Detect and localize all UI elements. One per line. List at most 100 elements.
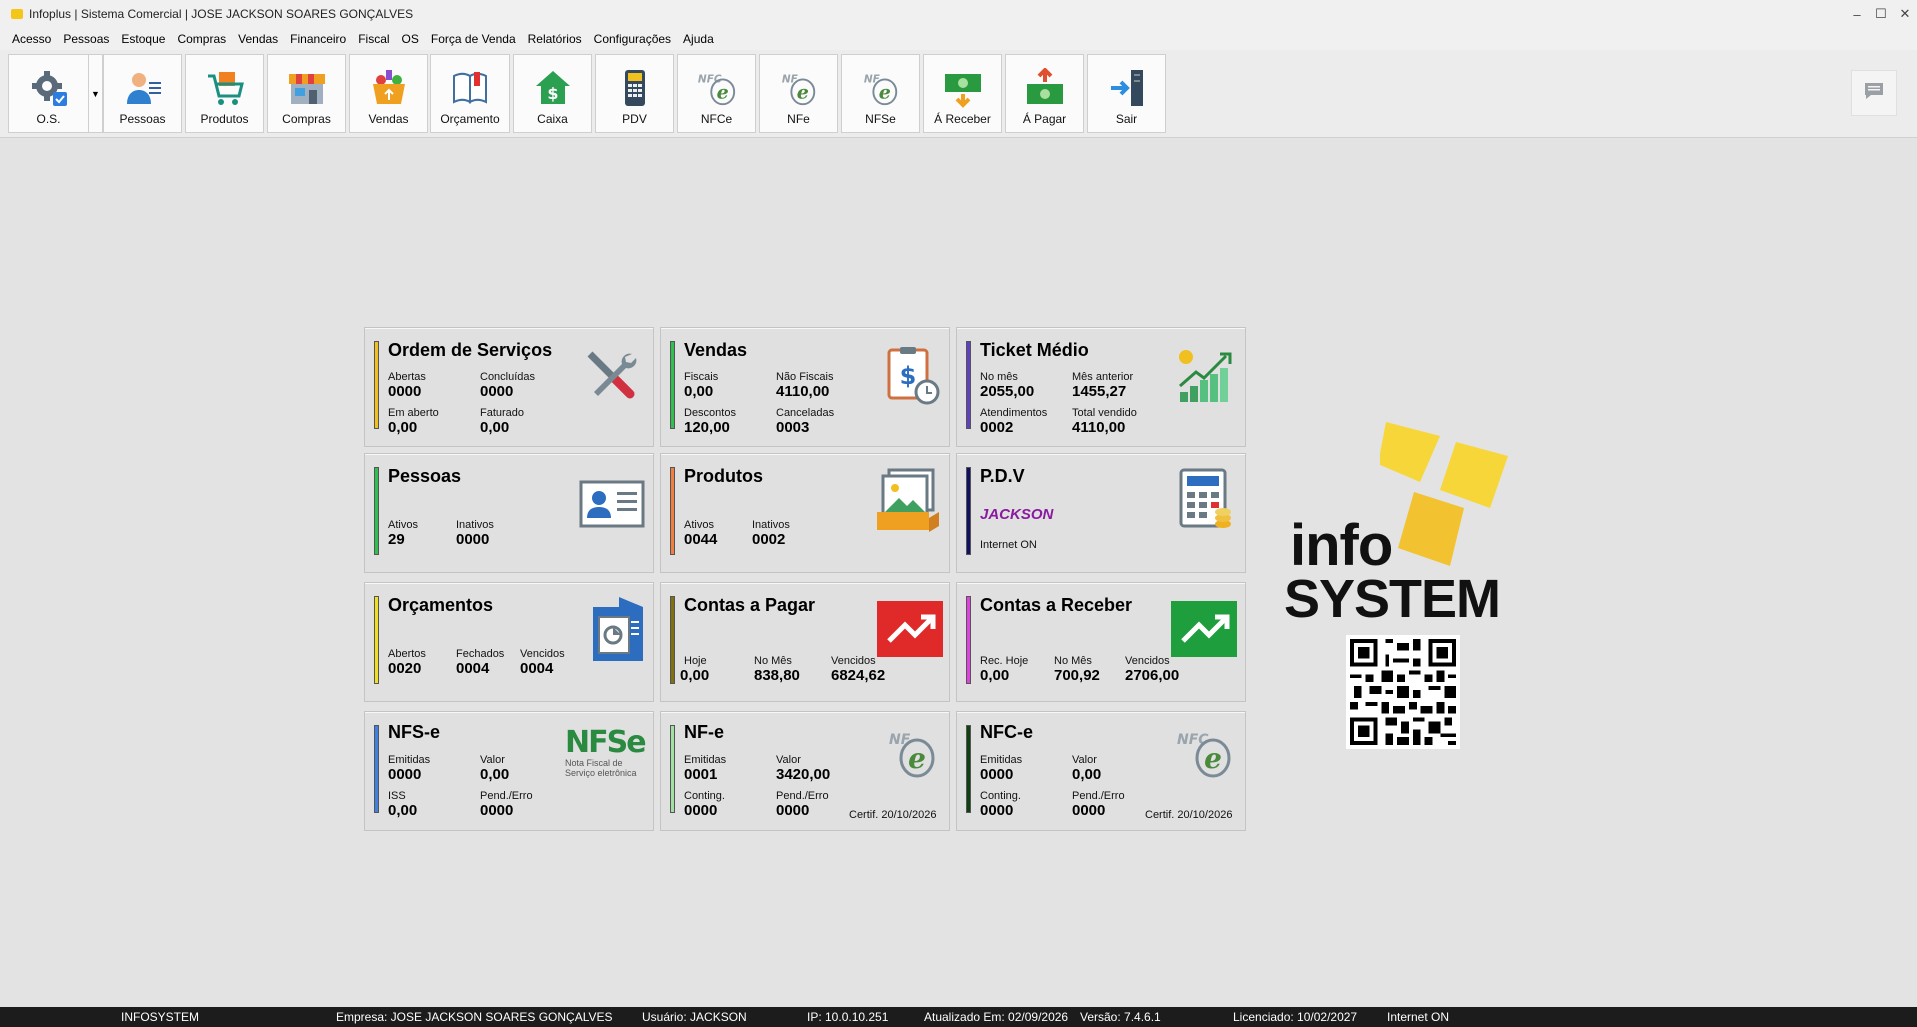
field-value: 0003 <box>776 419 810 436</box>
pessoas-button[interactable]: Pessoas <box>103 54 182 133</box>
card-contas-pagar[interactable]: Contas a Pagar Hoje 0,00 No Mês 838,80 V… <box>660 582 950 702</box>
nfce-button[interactable]: NFC e NFCe <box>677 54 756 133</box>
card-title: Vendas <box>684 340 748 360</box>
menu-ajuda[interactable]: Ajuda <box>677 32 720 46</box>
card-title: NF-e <box>684 722 724 742</box>
card-accent-bar <box>670 467 675 555</box>
compras-button[interactable]: Compras <box>267 54 346 133</box>
field-label: Fechados <box>456 648 505 660</box>
book-icon <box>449 68 491 108</box>
card-accent-bar <box>374 596 379 684</box>
card-nfce[interactable]: NFC-e Emitidas 0000 Valor 0,00 Conting. … <box>956 711 1246 831</box>
id-card-icon <box>579 480 645 533</box>
menu-compras[interactable]: Compras <box>171 32 232 46</box>
field-value: 0001 <box>684 766 718 783</box>
field-value: 0000 <box>388 766 422 783</box>
field-value: 0004 <box>456 660 490 677</box>
chat-icon <box>1863 81 1885 106</box>
card-produtos[interactable]: Produtos Ativos 0044 Inativos 0002 <box>660 453 950 573</box>
svg-text:e: e <box>1204 742 1222 775</box>
field-value: 29 <box>388 531 405 548</box>
nfe-icon: NF e <box>778 68 820 108</box>
card-accent-bar <box>374 725 379 813</box>
field-value: 120,00 <box>684 419 730 436</box>
status-bar: INFOSYSTEM Empresa: JOSE JACKSON SOARES … <box>0 1007 1917 1027</box>
field-value: 2706,00 <box>1125 667 1180 684</box>
menu-acesso[interactable]: Acesso <box>6 32 57 46</box>
menu-financeiro[interactable]: Financeiro <box>284 32 352 46</box>
card-contas-receber[interactable]: Contas a Receber Rec. Hoje 0,00 No Mês 7… <box>956 582 1246 702</box>
person-icon <box>122 68 164 108</box>
nfse-button[interactable]: NF e NFSe <box>841 54 920 133</box>
infosystem-logo: info SYSTEM <box>1280 420 1540 750</box>
menu-estoque[interactable]: Estoque <box>115 32 171 46</box>
menu-os[interactable]: OS <box>396 32 425 46</box>
field-value: 0000 <box>480 802 514 819</box>
tools-icon <box>584 348 640 405</box>
field-label: Valor <box>776 754 801 766</box>
field-value: 0000 <box>980 802 1014 819</box>
field-value: 0004 <box>520 660 554 677</box>
field-label: Hoje <box>684 655 707 667</box>
close-icon[interactable]: ✕ <box>1893 0 1917 28</box>
menu-relatorios[interactable]: Relatórios <box>522 32 588 46</box>
a-pagar-button[interactable]: Á Pagar <box>1005 54 1084 133</box>
a-receber-button[interactable]: Á Receber <box>923 54 1002 133</box>
os-dropdown-arrow[interactable]: ▼ <box>89 54 103 133</box>
field-value: 0,00 <box>680 667 710 684</box>
nfce-icon: NFC e <box>1175 726 1239 789</box>
field-value: 838,80 <box>754 667 800 684</box>
gear-icon <box>28 68 70 108</box>
field-value: 0002 <box>980 419 1014 436</box>
field-value: 0,00 <box>1072 766 1102 783</box>
vendas-button[interactable]: Vendas <box>349 54 428 133</box>
maximize-icon[interactable]: ☐ <box>1869 0 1893 28</box>
basket-icon <box>368 68 410 108</box>
card-accent-bar <box>670 341 675 429</box>
card-nfe[interactable]: NF-e Emitidas 0001 Valor 3420,00 Conting… <box>660 711 950 831</box>
card-ticket-medio[interactable]: Ticket Médio No mês 2055,00 Mês anterior… <box>956 327 1246 447</box>
chat-button[interactable] <box>1851 70 1897 116</box>
caixa-button[interactable]: $ Caixa <box>513 54 592 133</box>
status-versao: Versão: 7.4.6.1 <box>1080 1010 1161 1024</box>
card-pessoas[interactable]: Pessoas Ativos 29 Inativos 0000 <box>364 453 654 573</box>
status-usuario: Usuário: JACKSON <box>642 1010 747 1024</box>
svg-text:e: e <box>878 81 890 104</box>
card-nfse[interactable]: NFS-e Emitidas 0000 Valor 0,00 ISS 0,00 … <box>364 711 654 831</box>
sair-button[interactable]: Sair <box>1087 54 1166 133</box>
field-label: Emitidas <box>388 754 431 766</box>
menu-vendas[interactable]: Vendas <box>232 32 284 46</box>
nfe-button[interactable]: NF e NFe <box>759 54 838 133</box>
menu-fiscal[interactable]: Fiscal <box>352 32 395 46</box>
orcamento-button[interactable]: Orçamento <box>430 54 510 133</box>
os-button[interactable]: O.S. <box>8 54 89 133</box>
field-value: 0000 <box>456 531 490 548</box>
menu-pessoas[interactable]: Pessoas <box>57 32 115 46</box>
trend-red-icon <box>877 601 943 662</box>
growth-chart-icon <box>1176 348 1234 409</box>
field-label: Concluídas <box>480 371 536 383</box>
produtos-button[interactable]: Produtos <box>185 54 264 133</box>
card-title: P.D.V <box>980 466 1025 486</box>
card-pdv[interactable]: P.D.V JACKSON Internet ON <box>956 453 1246 573</box>
card-vendas[interactable]: Vendas Fiscais 0,00 Não Fiscais 4110,00 … <box>660 327 950 447</box>
card-orcamentos[interactable]: Orçamentos Abertos 0020 Fechados 0004 Ve… <box>364 582 654 702</box>
card-accent-bar <box>374 467 379 555</box>
minimize-icon[interactable]: – <box>1845 0 1869 28</box>
svg-text:e: e <box>908 742 926 775</box>
card-accent-bar <box>670 596 675 684</box>
field-label: Fiscais <box>684 371 719 383</box>
pdv-button[interactable]: PDV <box>595 54 674 133</box>
field-label: Vencidos <box>1125 655 1170 667</box>
menu-configuracoes[interactable]: Configurações <box>588 32 677 46</box>
svg-text:e: e <box>796 81 808 104</box>
window-title: Infoplus | Sistema Comercial | JOSE JACK… <box>29 7 414 21</box>
field-value: 2055,00 <box>980 383 1035 400</box>
money-up-icon <box>1024 68 1066 108</box>
menu-forca-de-venda[interactable]: Força de Venda <box>425 32 522 46</box>
status-internet: Internet ON <box>1387 1010 1450 1024</box>
nfse-logo-subtitle: Serviço eletrônica <box>565 768 637 778</box>
status-licenciado: Licenciado: 10/02/2027 <box>1233 1010 1358 1024</box>
card-ordem-servicos[interactable]: Ordem de Serviços Abertas 0000 Concluída… <box>364 327 654 447</box>
toolbar: O.S. ▼ Pessoas Produtos Compras Vendas O… <box>0 50 1917 138</box>
